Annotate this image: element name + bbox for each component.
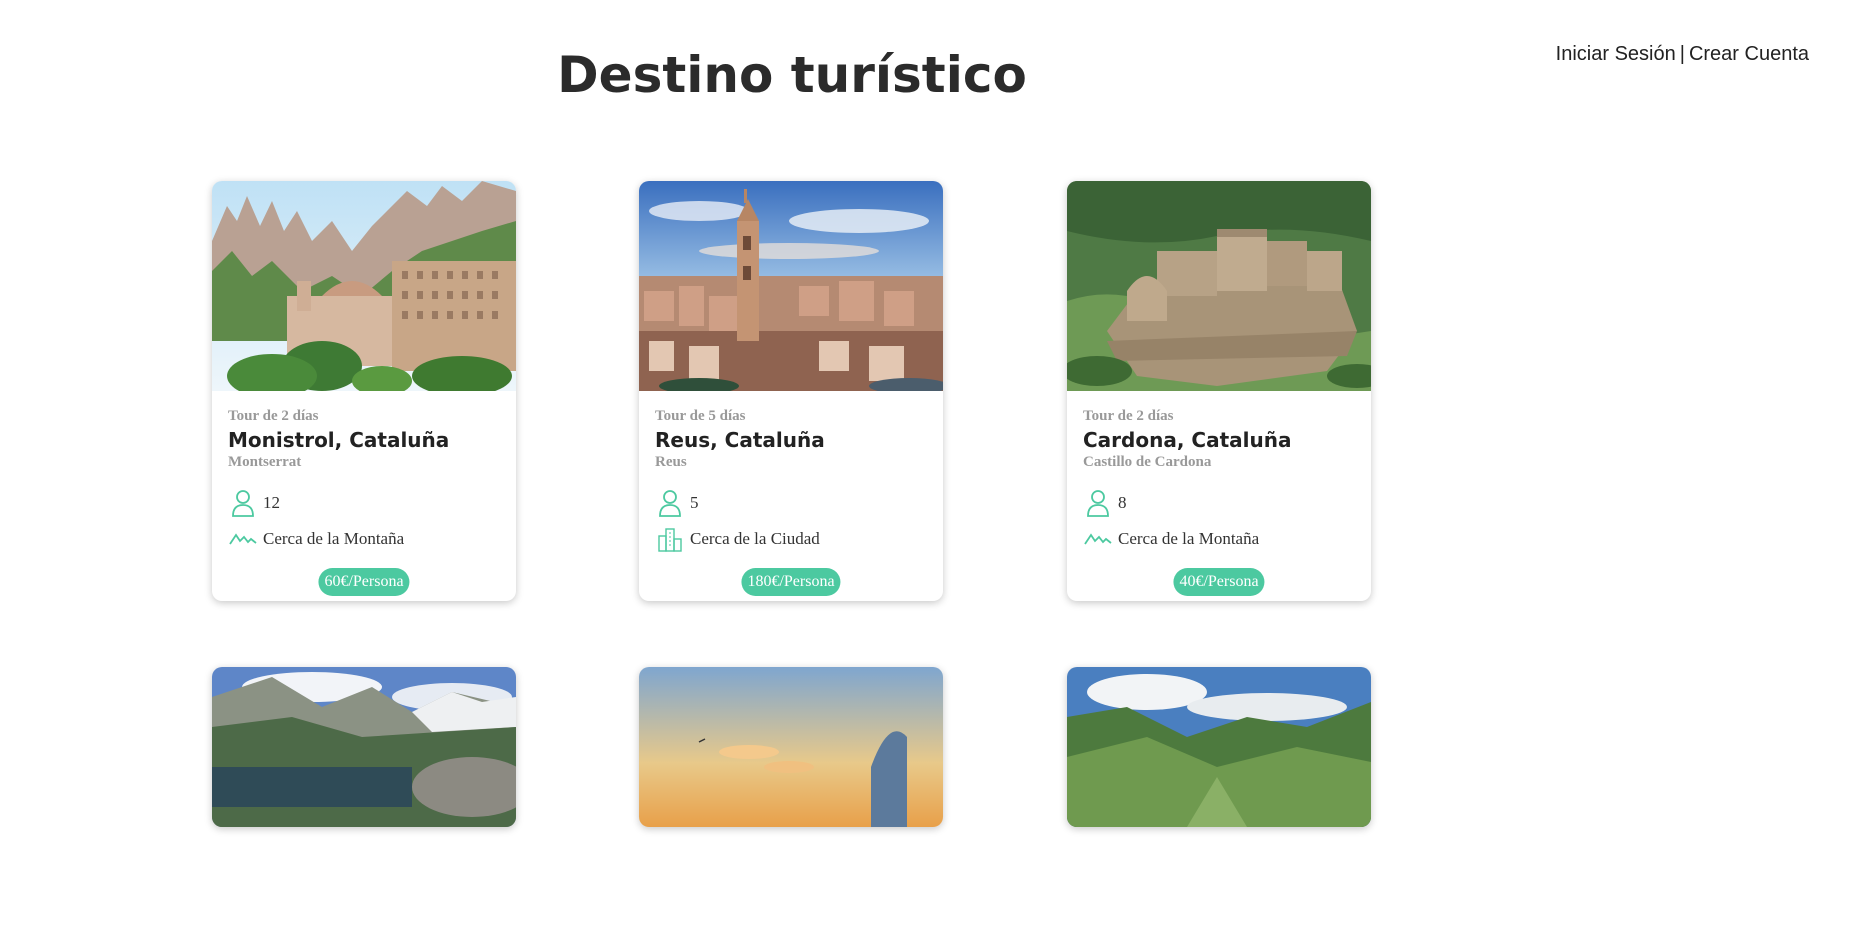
destination-image-cardona [1067,181,1371,391]
card-body: Tour de 2 días Monistrol, Cataluña Monts… [228,407,500,554]
place-type: Cerca de la Montaña [1118,529,1260,548]
page-title: Destino turístico [557,46,1027,104]
destination-image-valley [1067,667,1371,827]
place-type: Cerca de la Ciudad [690,529,820,548]
destination-card-monistrol[interactable]: Tour de 2 días Monistrol, Cataluña Monts… [212,181,516,601]
destination-image-reus [639,181,943,391]
destination-image-lake [212,667,516,827]
destination-subtitle: Reus [655,454,687,470]
destination-card-reus[interactable]: Tour de 5 días Reus, Cataluña Reus 5 Cer… [639,181,943,601]
price-badge: 180€/Persona [741,568,841,596]
place-type: Cerca de la Montaña [263,529,405,548]
people-count: 12 [263,493,280,512]
auth-links: Iniciar Sesión | Crear Cuenta [1556,43,1809,66]
tour-duration: Tour de 2 días [228,408,319,424]
tour-duration: Tour de 2 días [1083,408,1174,424]
destination-image-barcelona [639,667,943,827]
price-badge: 40€/Persona [1173,568,1265,596]
card-body: Tour de 2 días Cardona, Cataluña Castill… [1083,407,1355,554]
destination-name: Cardona, Cataluña [1083,428,1292,452]
people-count-row: 12 [228,488,500,518]
user-icon [655,488,685,518]
mountain-icon [1083,524,1113,554]
destination-name: Reus, Cataluña [655,428,825,452]
people-count-row: 5 [655,488,927,518]
destination-name: Monistrol, Cataluña [228,428,450,452]
destination-subtitle: Montserrat [228,454,302,470]
city-icon [655,524,685,554]
people-count-row: 8 [1083,488,1355,518]
tour-duration: Tour de 5 días [655,408,746,424]
destination-card-lake[interactable] [212,667,516,827]
place-type-row: Cerca de la Montaña [228,524,500,554]
destination-subtitle: Castillo de Cardona [1083,454,1212,470]
destination-card-valley[interactable] [1067,667,1371,827]
register-link[interactable]: Crear Cuenta [1689,43,1809,65]
card-body: Tour de 5 días Reus, Cataluña Reus 5 Cer… [655,407,927,554]
user-icon [1083,488,1113,518]
destination-card-barcelona[interactable] [639,667,943,827]
auth-separator: | [1679,43,1685,65]
people-count: 8 [1118,493,1127,512]
mountain-icon [228,524,258,554]
price-badge: 60€/Persona [318,568,410,596]
place-type-row: Cerca de la Montaña [1083,524,1355,554]
people-count: 5 [690,493,699,512]
destination-card-cardona[interactable]: Tour de 2 días Cardona, Cataluña Castill… [1067,181,1371,601]
place-type-row: Cerca de la Ciudad [655,524,927,554]
user-icon [228,488,258,518]
destination-image-montserrat [212,181,516,391]
